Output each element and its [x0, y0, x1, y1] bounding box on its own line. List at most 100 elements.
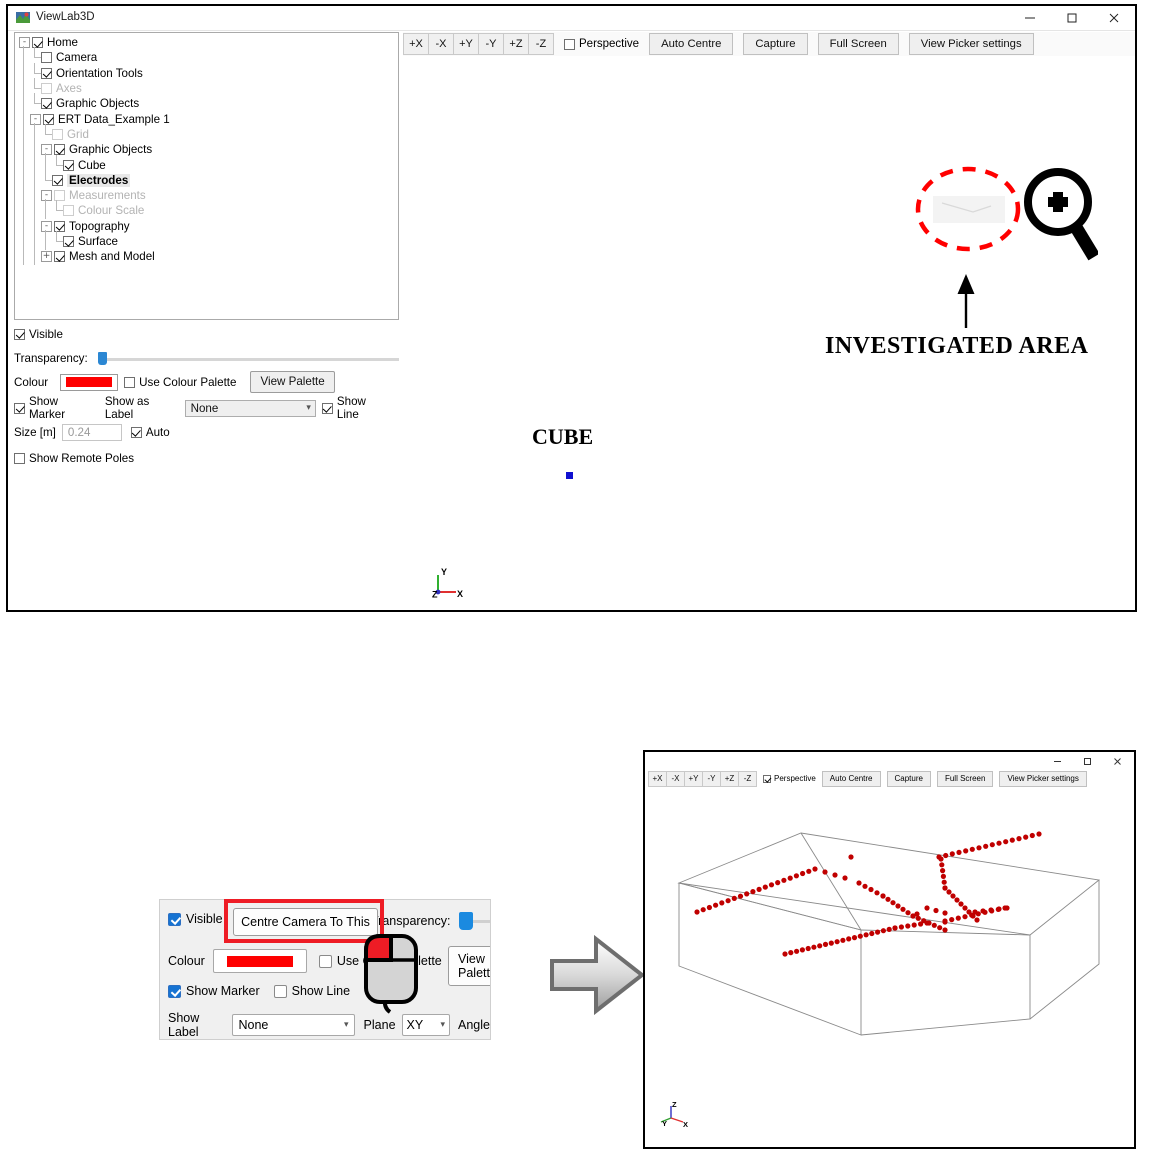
axis-button-group[interactable]: +X -X +Y -Y +Z -Z	[403, 33, 554, 55]
dialog-view-palette-button[interactable]: View Palette	[448, 946, 490, 986]
dialog-use-palette-checkbox[interactable]	[318, 954, 332, 968]
result-view-picker-button[interactable]: View Picker settings	[999, 770, 1087, 787]
3d-viewport[interactable]: INVESTIGATED AREA CUBE Y Z X	[403, 56, 1135, 610]
tree-item-checkbox[interactable]	[54, 251, 65, 263]
tree-expander-icon[interactable]: -	[41, 144, 52, 156]
axis-button-plusz[interactable]: +Z	[504, 33, 529, 55]
tree-item-label: Graphic Objects	[56, 97, 140, 111]
object-tree-panel[interactable]: - Home Camera Orientation Tools Axes Graphic …	[14, 32, 399, 320]
axis-button-minusx[interactable]: -X	[667, 770, 685, 787]
tree-item-surface[interactable]: Surface	[19, 229, 396, 251]
axis-button-plusz[interactable]: +Z	[721, 770, 739, 787]
tree-item-mesh-and-model[interactable]: + Mesh and Model	[19, 245, 396, 266]
dialog-plane-label: Plane	[363, 1018, 396, 1032]
close-icon[interactable]	[1102, 752, 1132, 770]
tree-expander-icon[interactable]: +	[41, 251, 52, 263]
tree-item-home[interactable]: - Home	[19, 35, 396, 50]
colour-swatch-button[interactable]	[60, 373, 119, 391]
size-input[interactable]: 0.24	[61, 423, 122, 441]
tree-expander-icon[interactable]: -	[41, 220, 52, 232]
view-palette-button[interactable]: View Palette	[250, 371, 335, 393]
show-remote-poles-checkbox[interactable]	[14, 452, 25, 464]
perspective-checkbox-group[interactable]: Perspective	[564, 38, 639, 50]
full-screen-button[interactable]: Full Screen	[817, 33, 899, 55]
tree-expander-icon[interactable]: -	[30, 113, 41, 125]
tree-indent	[19, 137, 30, 159]
minimize-icon[interactable]	[1042, 752, 1072, 770]
axis-button-minusy[interactable]: -Y	[703, 770, 721, 787]
minimize-icon[interactable]	[1009, 6, 1051, 30]
dialog-show-marker-checkbox[interactable]	[168, 984, 181, 998]
dialog-show-label-dropdown[interactable]: None ▾	[232, 1014, 355, 1036]
axis-button-plusy[interactable]: +Y	[685, 770, 703, 787]
axis-button-plusx[interactable]: +X	[648, 770, 667, 787]
dialog-colour-swatch-button[interactable]	[212, 949, 307, 973]
axis-button-minusx[interactable]: -X	[429, 33, 454, 55]
maximize-icon[interactable]	[1072, 752, 1102, 770]
tree-item-electrodes[interactable]: Electrodes	[19, 168, 396, 189]
tree-item-checkbox[interactable]	[41, 52, 52, 64]
show-marker-checkbox[interactable]	[14, 402, 25, 414]
transparency-label: Transparency:	[14, 351, 88, 365]
tree-item-checkbox[interactable]	[63, 236, 74, 247]
auto-centre-button[interactable]: Auto Centre	[649, 33, 734, 55]
tree-item-checkbox[interactable]	[41, 83, 52, 95]
view-toolbar[interactable]: +X -X +Y -Y +Z -Z Perspective Auto Centre Cap…	[403, 32, 1135, 56]
tree-item-ert-data-example-1[interactable]: - ERT Data_Example 1	[19, 107, 396, 128]
view-picker-settings-button[interactable]: View Picker settings	[908, 33, 1034, 55]
result-axis-button-group[interactable]: +X -X +Y -Y +Z -Z	[648, 770, 757, 787]
axis-button-minusy[interactable]: -Y	[479, 33, 504, 55]
tree-item-colour-scale[interactable]: Colour Scale	[19, 199, 396, 220]
tree-item-checkbox[interactable]	[41, 98, 52, 110]
use-palette-checkbox[interactable]	[124, 376, 136, 388]
tree-expander-icon[interactable]: -	[41, 190, 52, 202]
result-full-screen-button[interactable]: Full Screen	[936, 770, 994, 787]
centre-camera-to-this-button[interactable]: Centre Camera To This	[233, 908, 378, 936]
axis-button-plusx[interactable]: +X	[403, 33, 429, 55]
dialog-show-line-label: Show Line	[291, 984, 351, 998]
axis-button-plusy[interactable]: +Y	[454, 33, 479, 55]
dialog-visible-checkbox[interactable]	[168, 912, 181, 926]
tree-item-checkbox[interactable]	[63, 159, 74, 171]
tree-expander-icon[interactable]: -	[19, 37, 30, 49]
tree-item-orientation-tools[interactable]: Orientation Tools	[19, 61, 396, 82]
visible-checkbox[interactable]	[14, 328, 25, 340]
tree-item-checkbox[interactable]	[41, 67, 52, 79]
tree-item-graphic-objects[interactable]: - Graphic Objects	[19, 137, 396, 159]
result-auto-centre-button[interactable]: Auto Centre	[821, 770, 881, 787]
tree-item-measurements[interactable]: - Measurements	[19, 183, 396, 205]
axis-button-minusz[interactable]: -Z	[739, 770, 757, 787]
dialog-show-label-value: None	[238, 1018, 269, 1032]
tree-item-cube[interactable]: Cube	[19, 153, 396, 174]
transparency-slider[interactable]	[97, 352, 399, 365]
tree-item-checkbox[interactable]	[63, 205, 74, 217]
result-perspective-checkbox[interactable]	[763, 774, 771, 783]
tree-item-graphic-objects[interactable]: Graphic Objects	[19, 92, 396, 113]
dialog-transparency-handle[interactable]	[459, 912, 474, 930]
capture-button[interactable]: Capture	[743, 33, 808, 55]
axis-button-minusz[interactable]: -Z	[529, 33, 554, 55]
svg-text:Z: Z	[672, 1100, 677, 1109]
tree-item-topography[interactable]: - Topography	[19, 214, 396, 235]
auto-checkbox[interactable]	[130, 426, 142, 438]
properties-panel[interactable]: Visible Transparency: Colour Use Colour …	[14, 324, 399, 472]
tree-item-label: Cube	[78, 158, 106, 172]
tree-item-grid[interactable]: Grid	[19, 122, 396, 144]
show-as-label-dropdown[interactable]: None ▾	[184, 399, 316, 417]
result-perspective-group[interactable]: Perspective	[763, 774, 816, 783]
cube-marker[interactable]	[566, 472, 573, 479]
tree-item-axes[interactable]: Axes	[19, 76, 396, 98]
tree-item-checkbox[interactable]	[52, 174, 63, 186]
object-tree[interactable]: - Home Camera Orientation Tools Axes Graphic …	[19, 35, 396, 266]
result-view-toolbar[interactable]: +X -X +Y -Y +Z -Z Perspective Auto Centre Cap…	[648, 770, 1134, 787]
result-capture-button[interactable]: Capture	[886, 770, 931, 787]
perspective-checkbox[interactable]	[564, 38, 575, 50]
tree-item-checkbox[interactable]	[52, 128, 63, 140]
slider-handle[interactable]	[97, 352, 107, 365]
maximize-icon[interactable]	[1051, 6, 1093, 30]
result-3d-scene[interactable]: Z Y X	[645, 788, 1134, 1147]
close-icon[interactable]	[1093, 6, 1135, 30]
dialog-show-line-checkbox[interactable]	[273, 984, 287, 998]
tree-item-camera[interactable]: Camera	[19, 46, 396, 67]
show-line-checkbox[interactable]	[321, 402, 333, 414]
